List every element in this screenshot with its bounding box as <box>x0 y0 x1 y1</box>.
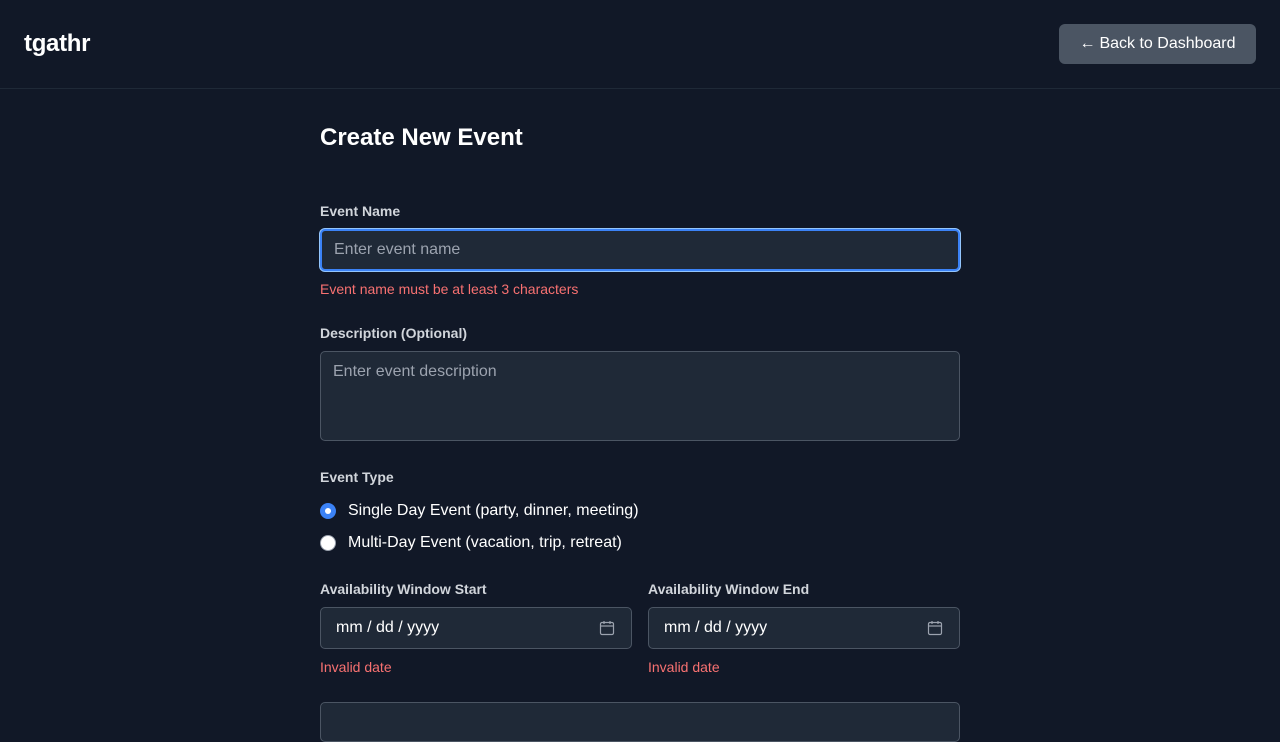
availability-start-placeholder: mm / dd / yyyy <box>336 619 440 636</box>
single-day-option[interactable]: Single Day Event (party, dinner, meeting… <box>320 501 639 521</box>
app-header: tgathr ← Back to Dashboard <box>0 0 1280 89</box>
event-name-input[interactable] <box>320 229 960 271</box>
event-type-label: Event Type <box>320 469 394 485</box>
single-day-radio[interactable] <box>320 503 336 519</box>
brand-logo[interactable]: tgathr <box>24 30 91 58</box>
availability-start-error: Invalid date <box>320 659 392 675</box>
page-title: Create New Event <box>320 124 523 151</box>
event-name-error: Event name must be at least 3 characters <box>320 281 579 297</box>
calendar-icon[interactable] <box>927 620 943 636</box>
availability-start-input[interactable]: mm / dd / yyyy <box>320 607 632 649</box>
description-textarea[interactable] <box>320 351 960 441</box>
event-name-label: Event Name <box>320 203 401 219</box>
back-to-dashboard-button[interactable]: ← Back to Dashboard <box>1059 24 1256 64</box>
calendar-icon[interactable] <box>599 620 615 636</box>
next-form-field[interactable] <box>320 702 960 742</box>
single-day-label[interactable]: Single Day Event (party, dinner, meeting… <box>348 501 639 521</box>
multi-day-option[interactable]: Multi-Day Event (vacation, trip, retreat… <box>320 533 622 553</box>
availability-end-error: Invalid date <box>648 659 720 675</box>
multi-day-label[interactable]: Multi-Day Event (vacation, trip, retreat… <box>348 533 622 553</box>
back-button-label: Back to Dashboard <box>1099 35 1236 52</box>
left-arrow-icon: ← <box>1079 35 1096 52</box>
availability-end-placeholder: mm / dd / yyyy <box>664 619 768 636</box>
availability-end-label: Availability Window End <box>648 581 810 597</box>
availability-end-input[interactable]: mm / dd / yyyy <box>648 607 960 649</box>
multi-day-radio[interactable] <box>320 535 336 551</box>
availability-start-label: Availability Window Start <box>320 581 487 597</box>
description-label: Description (Optional) <box>320 325 467 341</box>
